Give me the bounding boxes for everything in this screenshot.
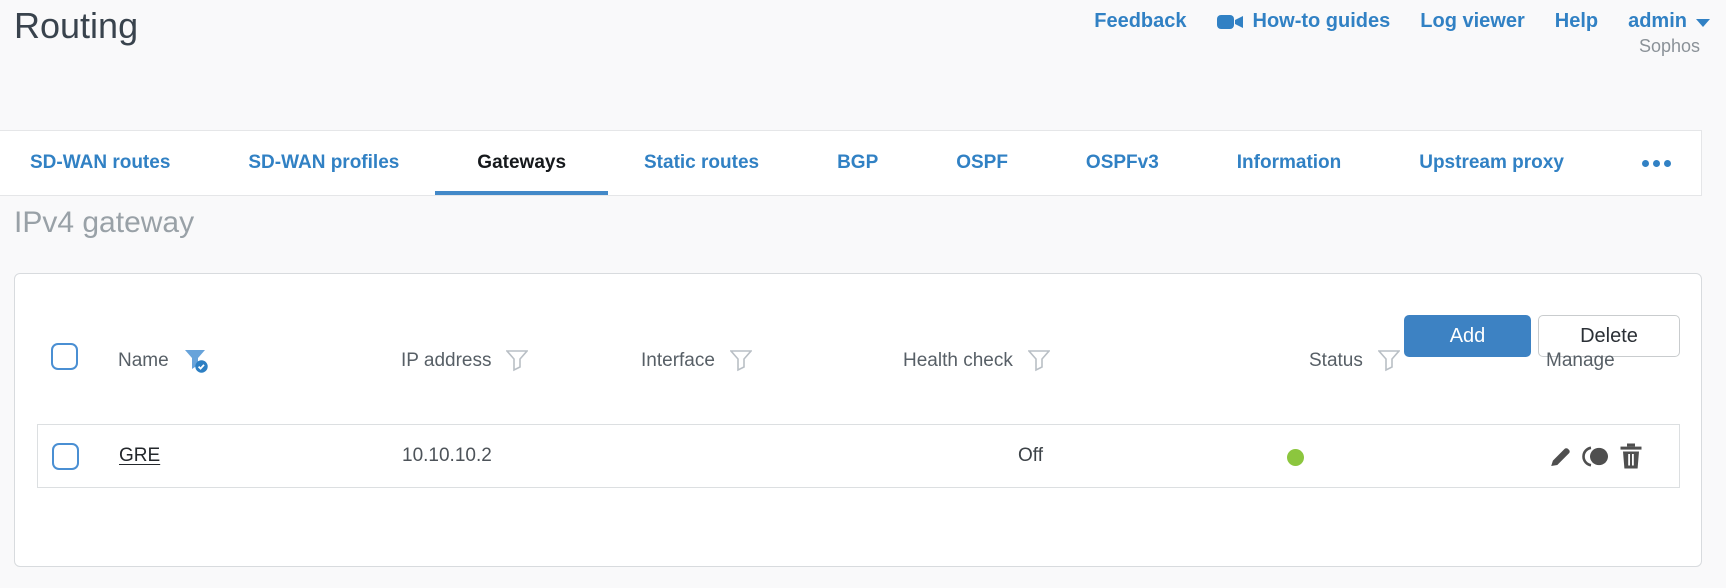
filter-icon[interactable] bbox=[729, 350, 752, 372]
ip-column-label: IP address bbox=[401, 350, 492, 371]
delete-icon[interactable] bbox=[1619, 443, 1643, 469]
filter-icon[interactable] bbox=[1027, 350, 1050, 372]
admin-label: admin bbox=[1628, 10, 1687, 32]
tab-upstream-proxy[interactable]: Upstream proxy bbox=[1419, 131, 1564, 195]
video-camera-icon bbox=[1216, 13, 1244, 31]
gateway-table: GRE 10.10.10.2 Off bbox=[37, 424, 1680, 488]
caret-down-icon bbox=[1696, 19, 1710, 27]
feedback-label: Feedback bbox=[1094, 10, 1187, 32]
filter-active-icon[interactable] bbox=[184, 349, 210, 374]
brand-label: Sophos bbox=[1638, 36, 1700, 56]
tab-ospfv3[interactable]: OSPFv3 bbox=[1086, 131, 1159, 195]
manage-column-label: Manage bbox=[1546, 350, 1615, 371]
add-button[interactable]: Add bbox=[1404, 315, 1531, 357]
select-all-checkbox[interactable] bbox=[51, 343, 78, 370]
tab-sdwan-profiles[interactable]: SD-WAN profiles bbox=[248, 131, 399, 195]
log-viewer-link[interactable]: Log viewer bbox=[1420, 10, 1524, 33]
page-title: Routing bbox=[14, 5, 139, 46]
howto-guides-link[interactable]: How-to guides bbox=[1216, 10, 1391, 33]
gateway-name-cell: GRE bbox=[119, 425, 160, 487]
filter-icon[interactable] bbox=[1377, 350, 1400, 372]
header-links: Feedback How-to guides Log viewer Help a… bbox=[1094, 10, 1710, 33]
gateway-ip-cell: 10.10.10.2 bbox=[402, 425, 492, 487]
tab-bar: SD-WAN routes SD-WAN profiles Gateways S… bbox=[0, 130, 1702, 196]
howto-guides-label: How-to guides bbox=[1252, 10, 1391, 32]
tab-static-routes[interactable]: Static routes bbox=[644, 131, 759, 195]
ellipsis-icon bbox=[1641, 159, 1649, 167]
column-header-interface: Interface bbox=[641, 346, 752, 376]
status-column-label: Status bbox=[1309, 350, 1363, 371]
column-header-health-check: Health check bbox=[903, 346, 1050, 376]
gateway-name-link[interactable]: GRE bbox=[119, 445, 160, 467]
column-header-manage: Manage bbox=[1546, 346, 1615, 376]
column-header-ip-address: IP address bbox=[401, 346, 529, 376]
tab-sdwan-routes[interactable]: SD-WAN routes bbox=[30, 131, 170, 195]
gateway-card: Add Delete Name IP address Interface Hea… bbox=[14, 273, 1702, 567]
tab-bgp[interactable]: BGP bbox=[837, 131, 878, 195]
health-check-value: Off bbox=[1018, 445, 1043, 466]
admin-menu[interactable]: admin bbox=[1628, 10, 1710, 33]
feedback-link[interactable]: Feedback bbox=[1094, 10, 1186, 33]
column-header-status: Status bbox=[1309, 346, 1400, 376]
gateway-health-check-cell: Off bbox=[1018, 425, 1043, 487]
column-header-name: Name bbox=[118, 346, 210, 376]
help-link[interactable]: Help bbox=[1555, 10, 1598, 33]
tab-information[interactable]: Information bbox=[1237, 131, 1342, 195]
row-checkbox[interactable] bbox=[52, 443, 79, 470]
interface-column-label: Interface bbox=[641, 350, 715, 371]
tab-ospf[interactable]: OSPF bbox=[956, 131, 1008, 195]
edit-icon[interactable] bbox=[1548, 444, 1573, 469]
section-heading: IPv4 gateway bbox=[14, 206, 195, 239]
filter-icon[interactable] bbox=[506, 350, 529, 372]
health-check-column-label: Health check bbox=[903, 350, 1013, 371]
status-indicator-green bbox=[1287, 449, 1304, 466]
tabs-overflow-button[interactable] bbox=[1641, 131, 1671, 195]
log-viewer-label: Log viewer bbox=[1420, 10, 1525, 32]
manage-actions bbox=[1548, 425, 1643, 487]
name-column-label: Name bbox=[118, 350, 169, 371]
toggle-status-icon[interactable] bbox=[1582, 444, 1610, 469]
tab-gateways[interactable]: Gateways bbox=[435, 131, 608, 195]
help-label: Help bbox=[1554, 10, 1599, 32]
gateway-ip-value: 10.10.10.2 bbox=[402, 445, 492, 466]
